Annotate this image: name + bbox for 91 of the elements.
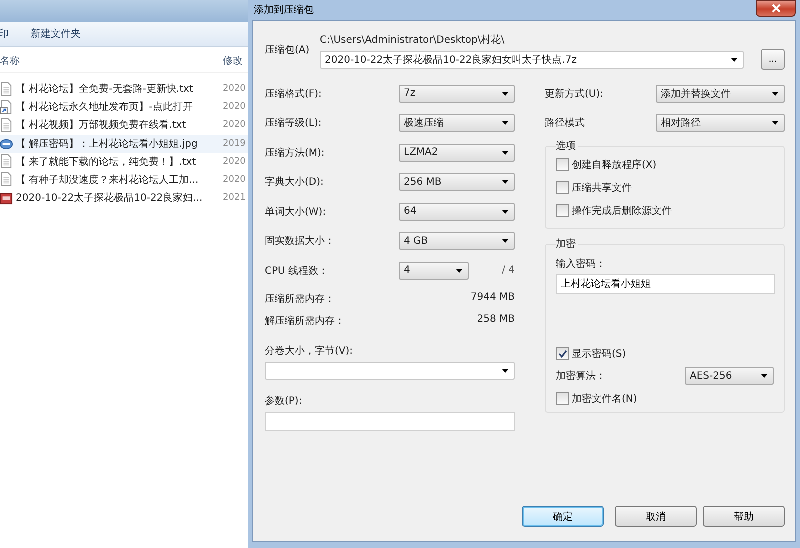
field-label: 更新方式(U):	[545, 88, 604, 101]
checkbox-label: 创建自释放程序(X)	[572, 158, 657, 172]
field-label: 压缩所需内存：	[265, 292, 335, 306]
archive-icon	[0, 190, 13, 206]
dialog-button[interactable]: 取消	[615, 506, 697, 527]
field-label: 参数(P):	[265, 394, 304, 408]
caret-icon	[456, 268, 463, 273]
file-date: 2020	[223, 84, 247, 94]
dialog-button[interactable]: 确定	[522, 506, 604, 527]
caret-icon	[502, 92, 509, 96]
file-row[interactable]: 【 解压密码】：上村花论坛看小姐姐.jpg 2019	[0, 134, 248, 153]
parameters-field[interactable]	[265, 412, 515, 430]
field-label: 压缩等级(L):	[265, 116, 323, 130]
archive-name-field[interactable]: 2020-10-22太子探花极品10-22良家妇女叫太子快点.7z	[320, 50, 744, 68]
field-label: 单词大小(W):	[265, 206, 328, 219]
dropdown[interactable]: 64	[399, 202, 515, 221]
column-header[interactable]: 修改	[223, 54, 248, 68]
file-name: 【 村花论坛永久地址发布页】-点此打开	[16, 100, 194, 114]
dialog-button[interactable]: 帮助	[703, 506, 785, 527]
caret-icon	[502, 150, 509, 155]
caret-icon	[502, 368, 509, 372]
caret-icon	[772, 121, 779, 126]
column-header[interactable]: 名称	[0, 54, 223, 68]
checkbox[interactable]	[556, 347, 569, 360]
caret-icon	[502, 121, 509, 126]
dropdown[interactable]: AES-256	[685, 367, 774, 385]
dropdown[interactable]: 极速压缩	[399, 114, 515, 132]
field-label: 固实数据大小：	[265, 234, 336, 248]
checkbox-label: 加密文件名(N)	[572, 392, 638, 406]
checkbox[interactable]	[556, 204, 569, 217]
dropdown[interactable]: 4 GB	[399, 232, 515, 250]
close-icon	[770, 4, 782, 13]
file-name: 【 村花视频】万部视频免费在线看.txt	[16, 118, 188, 132]
field-label: 加密算法：	[556, 370, 606, 383]
field-label: 字典大小(D):	[265, 176, 325, 190]
file-name: 【 有种子却没速度？来村花论坛人工加...	[16, 174, 200, 187]
archive-path: C:\Users\Administrator\Desktop\村花\	[320, 34, 506, 47]
memory-value: 258 MB	[477, 314, 515, 326]
file-row[interactable]: 【 村花视频】万部视频免费在线看.txt 2020	[0, 116, 248, 134]
dropdown[interactable]: 4	[399, 262, 469, 280]
checkbox[interactable]	[556, 392, 569, 405]
dropdown[interactable]: LZMA2	[399, 144, 515, 162]
file-date: 2020	[223, 120, 247, 130]
checkbox[interactable]	[556, 181, 569, 194]
caret-icon	[772, 92, 779, 96]
checkbox-label: 显示密码(S)	[572, 348, 626, 360]
checkbox-label: 压缩共享文件	[572, 182, 632, 194]
file-date: 2020	[223, 156, 247, 167]
group-title: 加密	[556, 237, 578, 251]
caret-icon	[502, 180, 509, 184]
caret-icon	[502, 210, 509, 214]
file-date: 2019	[223, 138, 247, 149]
thread-total: / 4	[501, 265, 515, 276]
dropdown[interactable]: 添加并替换文件	[656, 84, 785, 103]
field-label: 输入密码：	[556, 258, 607, 271]
file-row[interactable]: 2020-10-22太子探花极品10-22良家妇... 2021	[0, 189, 248, 208]
checkbox[interactable]	[556, 158, 569, 171]
close-button[interactable]	[756, 0, 796, 17]
file-date: 2021	[223, 193, 247, 204]
file-row[interactable]: 【 村花论坛永久地址发布页】-点此打开 2020	[0, 98, 248, 116]
file-name: 【 解压密码】：上村花论坛看小姐姐.jpg	[16, 138, 199, 151]
toolbar-button[interactable]: 印	[0, 27, 9, 41]
toolbar-button[interactable]: 新建文件夹	[31, 27, 81, 41]
caret-icon	[731, 58, 738, 62]
field-label: 压缩方法(M):	[265, 146, 326, 160]
checkbox-label: 操作完成后删除源文件	[572, 204, 672, 218]
field-label: 分卷大小，字节(V):	[265, 344, 354, 358]
file-row[interactable]: 【 有种子却没速度？来村花论坛人工加... 2020	[0, 170, 248, 189]
caret-icon	[761, 374, 768, 378]
field-label: 压缩格式(F):	[265, 88, 323, 101]
browse-button[interactable]: ...	[761, 49, 785, 70]
dropdown[interactable]: 7z	[399, 84, 515, 103]
file-date: 2020	[223, 102, 247, 112]
field-label: CPU 线程数：	[265, 264, 330, 278]
field-label: 解压缩所需内存：	[265, 314, 345, 328]
group-title: 选项	[556, 139, 578, 153]
file-name: 【 村花论坛】全免费-无套路-更新快.txt	[16, 82, 194, 96]
file-name: 【 来了就能下载的论坛，纯免费！】.txt	[16, 156, 198, 169]
file-row[interactable]: 【 村花论坛】全免费-无套路-更新快.txt 2020	[0, 80, 248, 98]
dropdown[interactable]: 相对路径	[656, 114, 785, 132]
field-label: 压缩包(A)	[265, 44, 311, 58]
volume-size-field[interactable]	[265, 362, 515, 380]
file-row[interactable]: 【 来了就能下载的论坛，纯免费！】.txt 2020	[0, 152, 248, 171]
dropdown[interactable]: 256 MB	[399, 173, 515, 192]
field-label: 路径模式	[545, 116, 586, 130]
file-date: 2020	[223, 174, 247, 185]
file-name: 2020-10-22太子探花极品10-22良家妇...	[16, 192, 204, 206]
caret-icon	[502, 239, 509, 244]
window-title: 添加到压缩包	[254, 4, 314, 17]
password-field[interactable]: 上村花论坛看小姐姐	[556, 274, 775, 294]
memory-value: 7944 MB	[470, 292, 515, 304]
